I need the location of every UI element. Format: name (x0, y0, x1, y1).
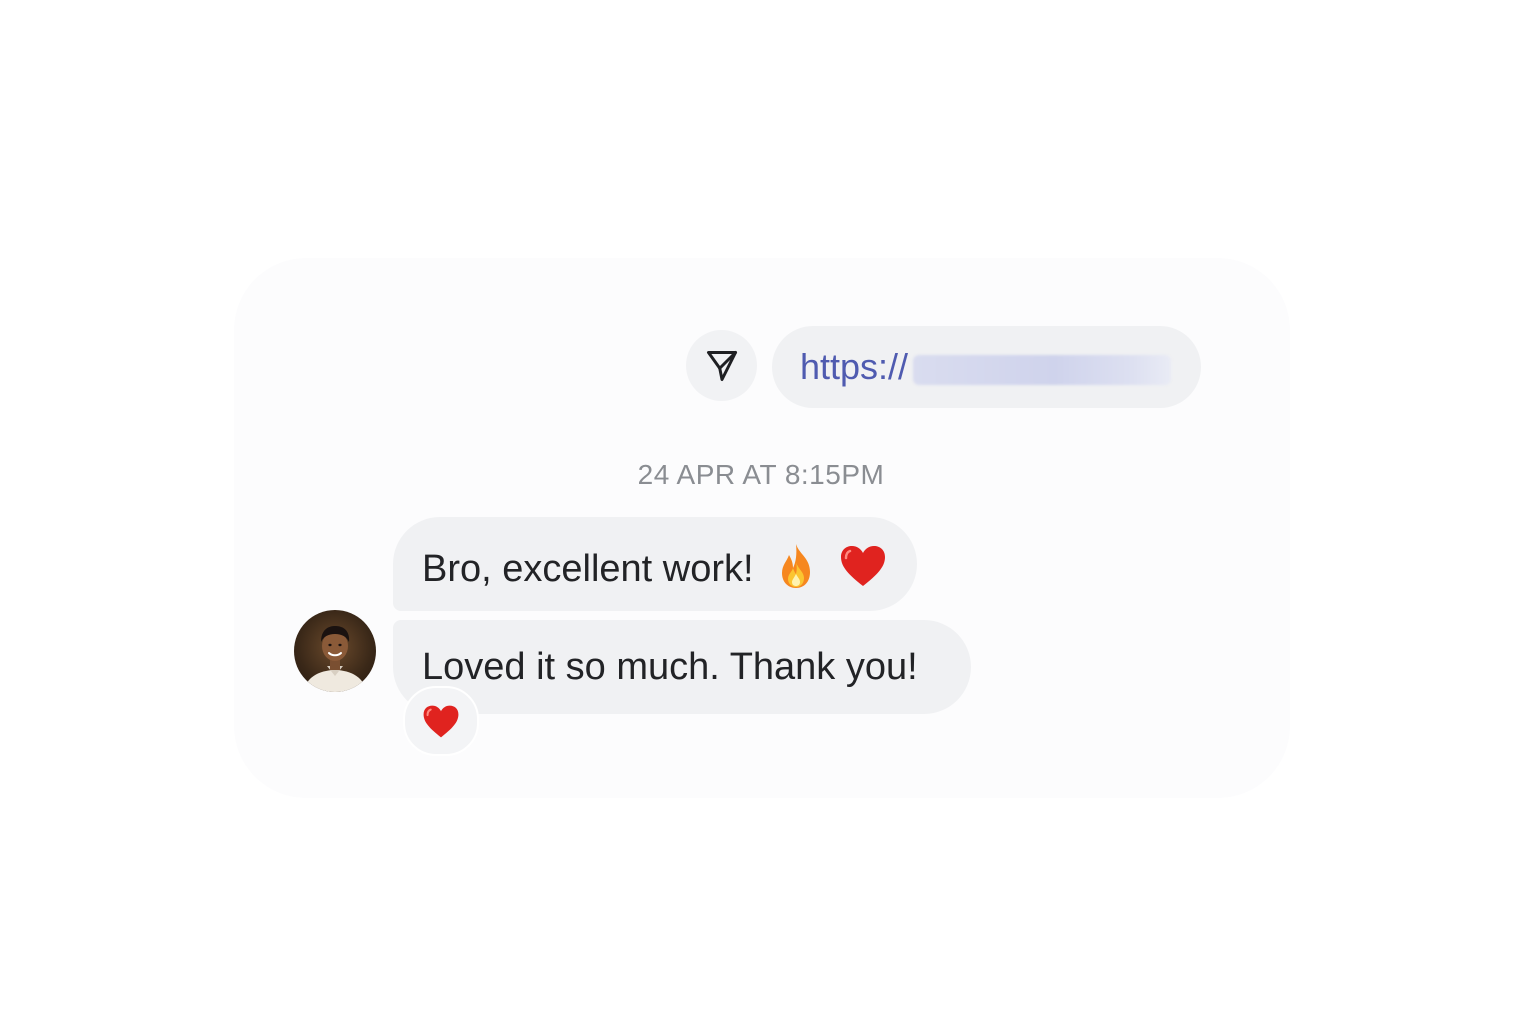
red-heart-icon (423, 705, 459, 737)
message-text-wrapper: Bro, excellent work! (422, 542, 887, 600)
heart-reaction-badge[interactable] (403, 686, 479, 756)
share-button[interactable] (686, 330, 757, 401)
avatar[interactable] (294, 610, 376, 692)
message-bubble[interactable]: Bro, excellent work! (393, 517, 917, 611)
message-bubble[interactable]: Loved it so much. Thank you! (393, 620, 971, 714)
message-timestamp: 24 APR AT 8:15PM (637, 459, 885, 490)
link-message-bubble[interactable]: https:// (772, 326, 1201, 408)
message-text: Bro, excellent work! (422, 548, 754, 591)
send-icon (706, 350, 737, 381)
message-text: Loved it so much. Thank you! (422, 646, 918, 688)
red-heart-emoji-icon (839, 544, 887, 598)
redacted-url (913, 355, 1171, 385)
fire-emoji-icon (774, 542, 818, 600)
user-photo-icon (305, 626, 365, 692)
link-text[interactable]: https:// (800, 347, 908, 387)
